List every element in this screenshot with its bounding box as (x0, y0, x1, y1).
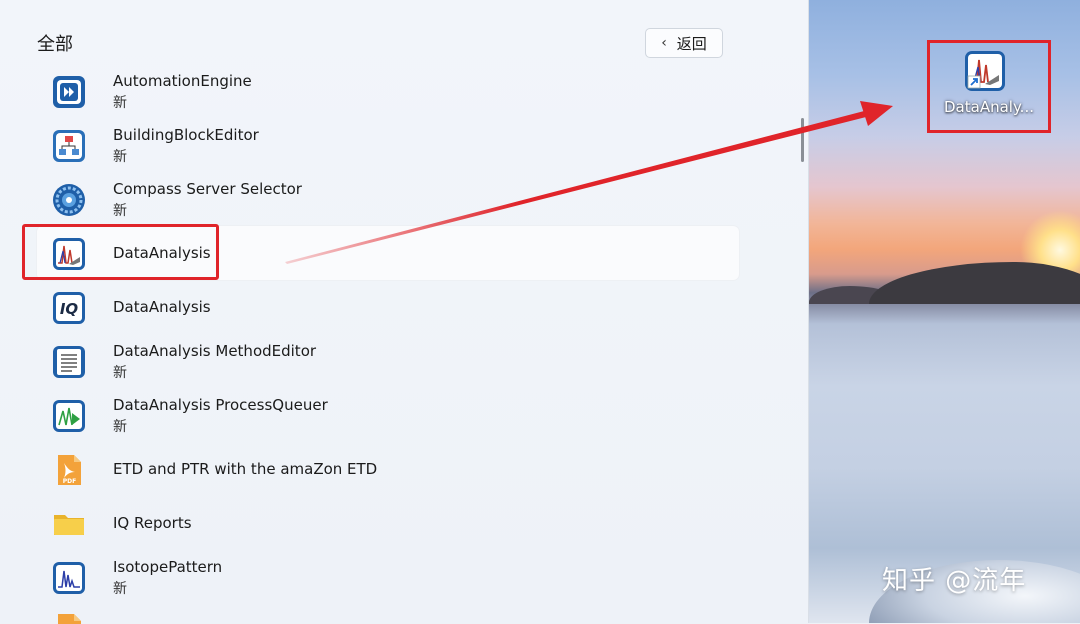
back-button-label: 返回 (676, 34, 707, 53)
desktop-shortcut-data-analysis[interactable]: DataAnaly... (927, 40, 1051, 133)
app-name: DataAnalysis (113, 298, 211, 316)
new-badge: 新 (113, 203, 127, 219)
pdf-icon: PDF (58, 455, 81, 485)
app-name: DataAnalysis MethodEditor (113, 342, 317, 360)
process-queuer-icon (53, 400, 85, 432)
scrollbar-thumb[interactable] (801, 118, 804, 162)
wallpaper-hill (869, 262, 1080, 304)
svg-text:PDF: PDF (63, 478, 76, 485)
back-button[interactable]: ‹ 返回 (645, 28, 723, 58)
new-badge: 新 (113, 419, 127, 435)
svg-text:IQ: IQ (60, 300, 79, 318)
automation-engine-icon (53, 76, 85, 108)
new-badge: 新 (113, 365, 127, 381)
app-name: BuildingBlockEditor (113, 126, 259, 144)
new-badge: 新 (113, 95, 127, 111)
app-item-etd-ptr-pdf[interactable]: PDF ETD and PTR with the amaZon ETD (37, 442, 739, 496)
app-name: ETD and PTR with the amaZon ETD (113, 460, 378, 478)
desktop-shortcut-label: DataAnaly... (944, 98, 1034, 116)
app-item-automation-engine[interactable]: AutomationEngine 新 (37, 64, 739, 118)
highlight-annotation-box (22, 224, 219, 280)
compass-server-icon (53, 184, 85, 216)
iq-icon: IQ (53, 292, 85, 324)
data-analysis-shortcut-icon (965, 51, 1005, 91)
app-name: AutomationEngine (113, 72, 252, 90)
section-title: 全部 (37, 34, 73, 55)
folder-icon (54, 515, 84, 535)
app-item-process-queuer[interactable]: DataAnalysis ProcessQueuer 新 (37, 388, 739, 442)
app-item-isotope-pattern[interactable]: IsotopePattern 新 (37, 550, 739, 604)
building-block-editor-icon (53, 130, 85, 162)
start-menu-all-apps-panel: 全部 ‹ 返回 AutomationEngine 新 BuildingBlock… (0, 0, 809, 624)
app-item-data-analysis-iq[interactable]: IQ DataAnalysis (37, 280, 739, 334)
app-item-iq-reports[interactable]: IQ Reports (37, 496, 739, 550)
app-name: DataAnalysis ProcessQueuer (113, 396, 328, 414)
new-badge: 新 (113, 149, 127, 165)
watermark: 知乎 @流年 (882, 566, 1027, 596)
isotope-pattern-icon (53, 562, 85, 594)
chevron-left-icon: ‹ (661, 35, 667, 51)
app-name: IQ Reports (113, 514, 192, 532)
app-item-compass-server-selector[interactable]: Compass Server Selector 新 (37, 172, 739, 226)
app-name: Compass Server Selector (113, 180, 302, 198)
method-editor-icon (53, 346, 85, 378)
app-item-building-block-editor[interactable]: BuildingBlockEditor 新 (37, 118, 739, 172)
new-badge: 新 (113, 581, 127, 597)
app-item-partial[interactable] (37, 604, 739, 624)
pdf-icon (58, 614, 81, 624)
app-item-method-editor[interactable]: DataAnalysis MethodEditor 新 (37, 334, 739, 388)
app-name: IsotopePattern (113, 558, 223, 576)
